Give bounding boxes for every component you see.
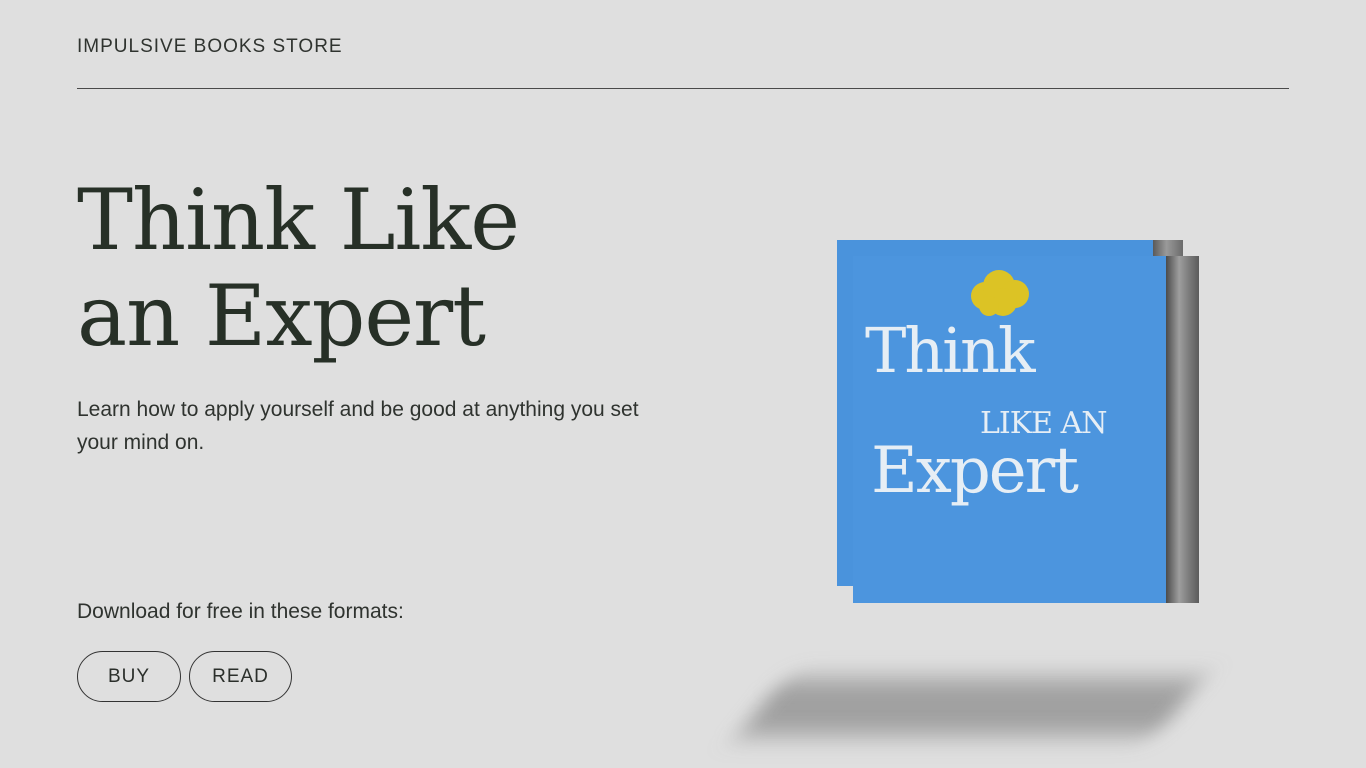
page-subtitle: Learn how to apply yourself and be good …: [77, 398, 639, 454]
formats-label: Download for free in these formats:: [77, 600, 404, 623]
page: IMPULSIVE BOOKS STORE Think Like an Expe…: [0, 0, 1366, 768]
title-line-1: Think Like: [77, 171, 520, 269]
cover-title-expert: Expert: [871, 434, 1079, 508]
book-cover-image: Think LIKE AN Expert: [837, 240, 1199, 603]
read-button[interactable]: READ: [189, 651, 292, 702]
title-line-2: an Expert: [77, 267, 486, 365]
book-front-cover: Think LIKE AN Expert: [853, 256, 1199, 603]
store-name[interactable]: IMPULSIVE BOOKS STORE: [77, 36, 343, 58]
book-front-spine: [1166, 256, 1199, 603]
cover-title-think: Think: [865, 314, 1036, 387]
format-buttons: BUY READ: [77, 651, 292, 702]
header-divider: [77, 88, 1289, 89]
page-title: Think Like an Expert: [77, 171, 520, 365]
book-shadow: [737, 678, 1203, 736]
buy-button[interactable]: BUY: [77, 651, 181, 702]
